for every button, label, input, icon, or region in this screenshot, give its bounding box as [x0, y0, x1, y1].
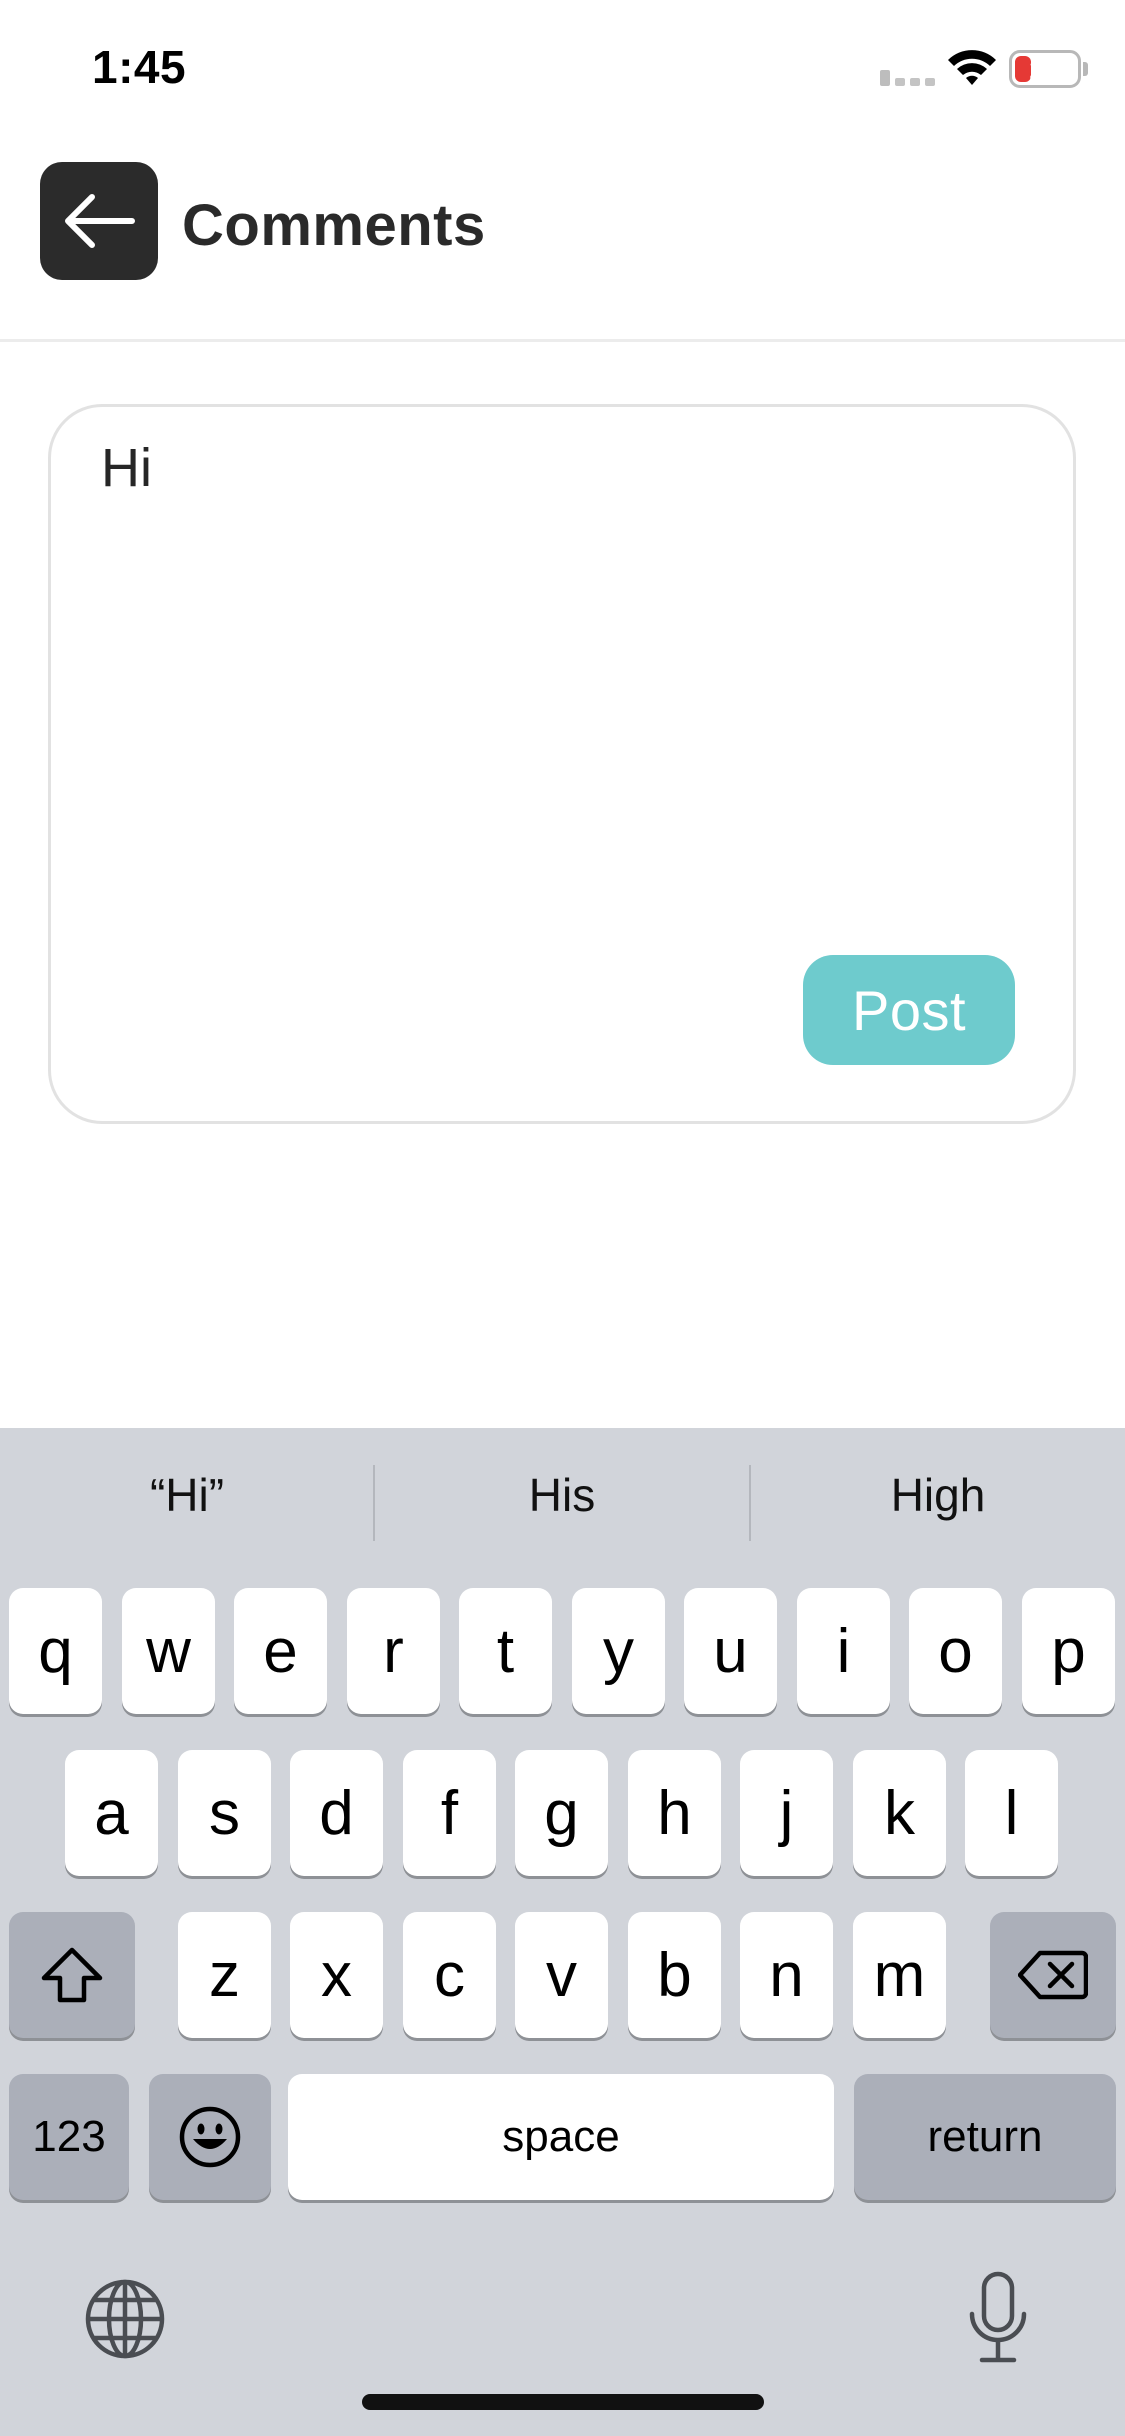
keyboard: “Hi” His High q w e r t y u i o p a s d …: [0, 1428, 1125, 2436]
key-j[interactable]: j: [740, 1750, 833, 1876]
emoji-icon: [179, 2106, 241, 2168]
key-z[interactable]: z: [178, 1912, 271, 2038]
battery-cap: [1083, 62, 1088, 76]
key-v[interactable]: v: [515, 1912, 608, 2038]
delete-icon: [1018, 1950, 1088, 2000]
emoji-key[interactable]: [149, 2074, 271, 2200]
suggestion-bar: “Hi” His High: [0, 1428, 1125, 1578]
key-y[interactable]: y: [572, 1588, 665, 1714]
status-bar: 1:45 20: [0, 0, 1125, 140]
key-e[interactable]: e: [234, 1588, 327, 1714]
header: Comments: [0, 140, 1125, 342]
page-title: Comments: [182, 193, 486, 258]
suggestion-item[interactable]: “Hi”: [0, 1468, 374, 1522]
key-l[interactable]: l: [965, 1750, 1058, 1876]
key-g[interactable]: g: [515, 1750, 608, 1876]
battery-icon: 20: [1009, 50, 1081, 88]
comment-input[interactable]: Hi Post: [48, 404, 1076, 1124]
wifi-icon: [946, 46, 998, 88]
key-u[interactable]: u: [684, 1588, 777, 1714]
key-c[interactable]: c: [403, 1912, 496, 2038]
key-x[interactable]: x: [290, 1912, 383, 2038]
key-o[interactable]: o: [909, 1588, 1002, 1714]
key-m[interactable]: m: [853, 1912, 946, 2038]
status-time: 1:45: [92, 41, 187, 93]
key-q[interactable]: q: [9, 1588, 102, 1714]
globe-icon[interactable]: [82, 2276, 168, 2362]
signal-icon: [880, 68, 936, 86]
return-key[interactable]: return: [854, 2074, 1116, 2200]
key-d[interactable]: d: [290, 1750, 383, 1876]
home-indicator: [362, 2394, 764, 2410]
microphone-icon[interactable]: [964, 2268, 1032, 2368]
battery-level: 20: [1029, 54, 1061, 85]
key-f[interactable]: f: [403, 1750, 496, 1876]
key-i[interactable]: i: [797, 1588, 890, 1714]
key-r[interactable]: r: [347, 1588, 440, 1714]
key-h[interactable]: h: [628, 1750, 721, 1876]
space-key[interactable]: space: [288, 2074, 834, 2200]
key-p[interactable]: p: [1022, 1588, 1115, 1714]
arrow-left-icon: [65, 194, 135, 248]
suggestion-item[interactable]: High: [751, 1468, 1125, 1522]
shift-key[interactable]: [9, 1912, 135, 2038]
post-button[interactable]: Post: [803, 955, 1015, 1065]
key-n[interactable]: n: [740, 1912, 833, 2038]
key-t[interactable]: t: [459, 1588, 552, 1714]
delete-key[interactable]: [990, 1912, 1116, 2038]
suggestion-item[interactable]: His: [375, 1468, 749, 1522]
back-button[interactable]: [40, 162, 158, 280]
key-s[interactable]: s: [178, 1750, 271, 1876]
key-b[interactable]: b: [628, 1912, 721, 2038]
comment-text[interactable]: Hi: [101, 437, 152, 499]
key-a[interactable]: a: [65, 1750, 158, 1876]
shift-icon: [41, 1947, 103, 2003]
key-w[interactable]: w: [122, 1588, 215, 1714]
key-k[interactable]: k: [853, 1750, 946, 1876]
numbers-key[interactable]: 123: [9, 2074, 129, 2200]
